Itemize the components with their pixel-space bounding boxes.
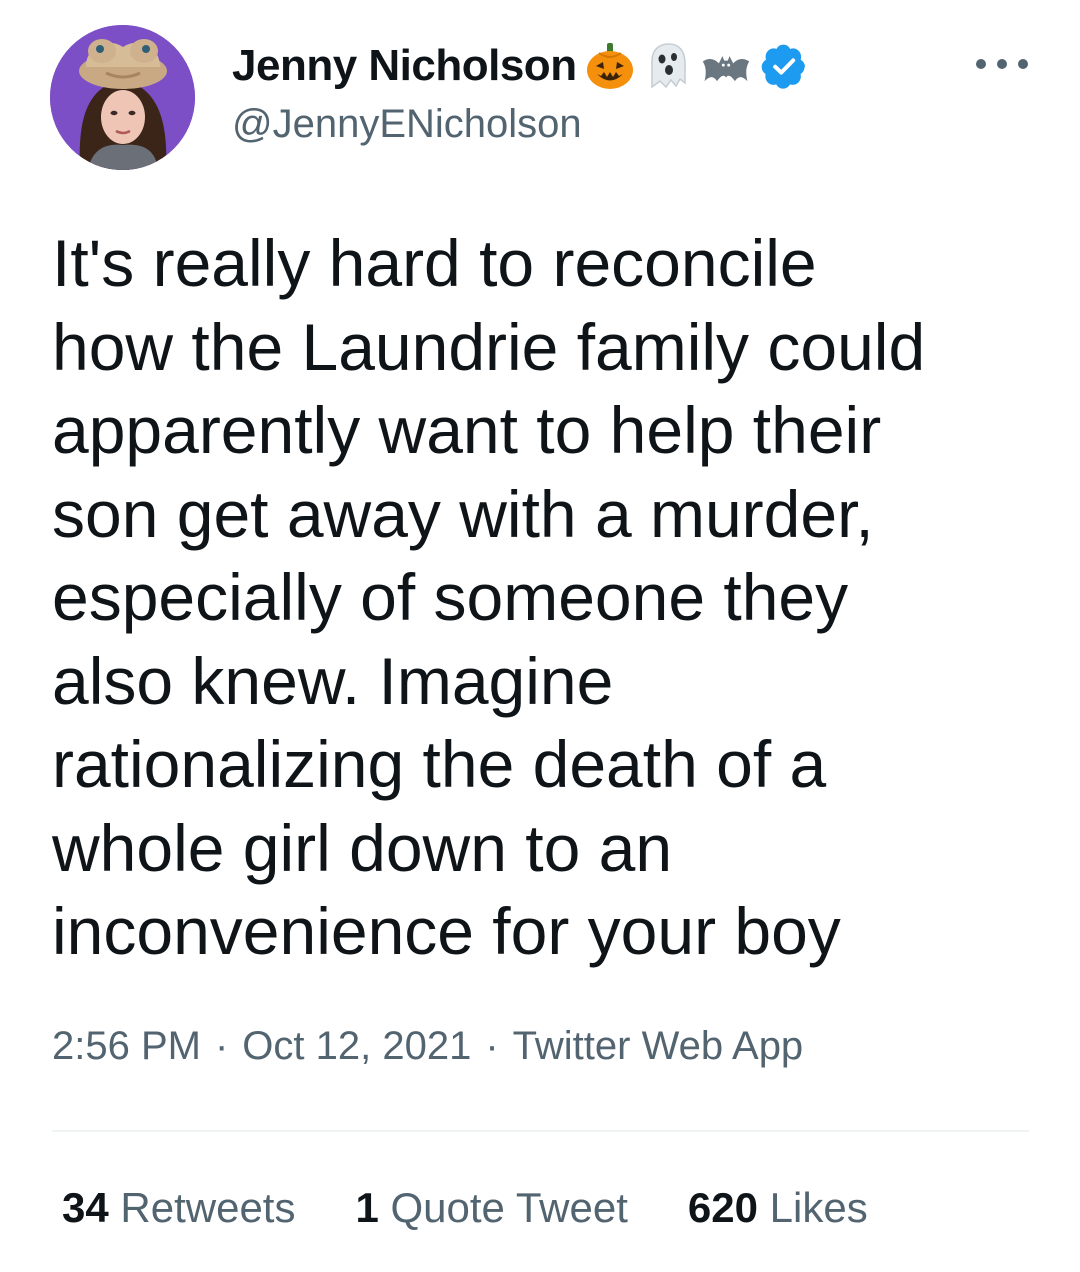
tweet-text-line: how the Laundrie family could	[52, 309, 926, 384]
author-handle[interactable]: @JennyENicholson	[232, 102, 582, 147]
author-name-row: Jenny Nicholson	[232, 38, 809, 94]
tweet-text-line: whole girl down to an	[52, 810, 673, 885]
likes-count: 620	[687, 1184, 758, 1231]
tweet-text: It's really hard to reconcile how the La…	[52, 222, 1042, 974]
ghost-icon	[643, 41, 693, 91]
meta-separator: ·	[214, 1024, 229, 1068]
tweet-timestamp-link[interactable]: 2:56 PM · Oct 12, 2021	[52, 1024, 471, 1069]
bat-icon	[701, 41, 751, 91]
retweets-stat[interactable]: 34 Retweets	[62, 1184, 295, 1232]
tweet-date: Oct 12, 2021	[242, 1024, 472, 1068]
avatar-image	[50, 25, 195, 170]
avatar[interactable]	[50, 25, 195, 170]
tweet-text-line: also knew. Imagine	[52, 643, 614, 718]
quote-tweets-count: 1	[355, 1184, 379, 1231]
meta-separator: ·	[485, 1024, 499, 1068]
author-display-name[interactable]: Jenny Nicholson	[232, 41, 577, 91]
more-dot	[997, 59, 1007, 69]
jack-o-lantern-icon	[585, 41, 635, 91]
tweet-card: Jenny Nicholson @JennyENicholson It's re…	[0, 0, 1080, 1272]
tweet-text-line: apparently want to help their	[52, 393, 882, 467]
retweets-label: Retweets	[120, 1184, 296, 1231]
more-dot	[976, 59, 986, 69]
verified-badge-icon	[759, 41, 809, 91]
tweet-text-line: rationalizing the death of a	[52, 727, 827, 801]
divider	[52, 1130, 1029, 1132]
tweet-time: 2:56 PM	[52, 1024, 201, 1068]
likes-label: Likes	[769, 1184, 868, 1231]
tweet-meta: 2:56 PM · Oct 12, 2021 · Twitter Web App	[52, 1024, 803, 1069]
quote-tweets-label: Quote Tweet	[390, 1184, 628, 1231]
tweet-text-line: especially of someone they	[52, 560, 849, 634]
tweet-text-line: son get away with a murder,	[52, 476, 874, 551]
retweets-count: 34	[62, 1184, 109, 1231]
likes-stat[interactable]: 620 Likes	[688, 1184, 868, 1232]
more-dot	[1018, 59, 1028, 69]
tweet-text-line: It's really hard to reconcile	[52, 226, 817, 300]
tweet-stats: 34 Retweets 1 Quote Tweet 620 Likes	[62, 1184, 868, 1232]
more-options-icon[interactable]	[976, 46, 1028, 82]
tweet-text-line: inconvenience for your boy	[52, 894, 841, 968]
tweet-source-link[interactable]: Twitter Web App	[513, 1024, 804, 1069]
quote-tweets-stat[interactable]: 1 Quote Tweet	[355, 1184, 627, 1232]
